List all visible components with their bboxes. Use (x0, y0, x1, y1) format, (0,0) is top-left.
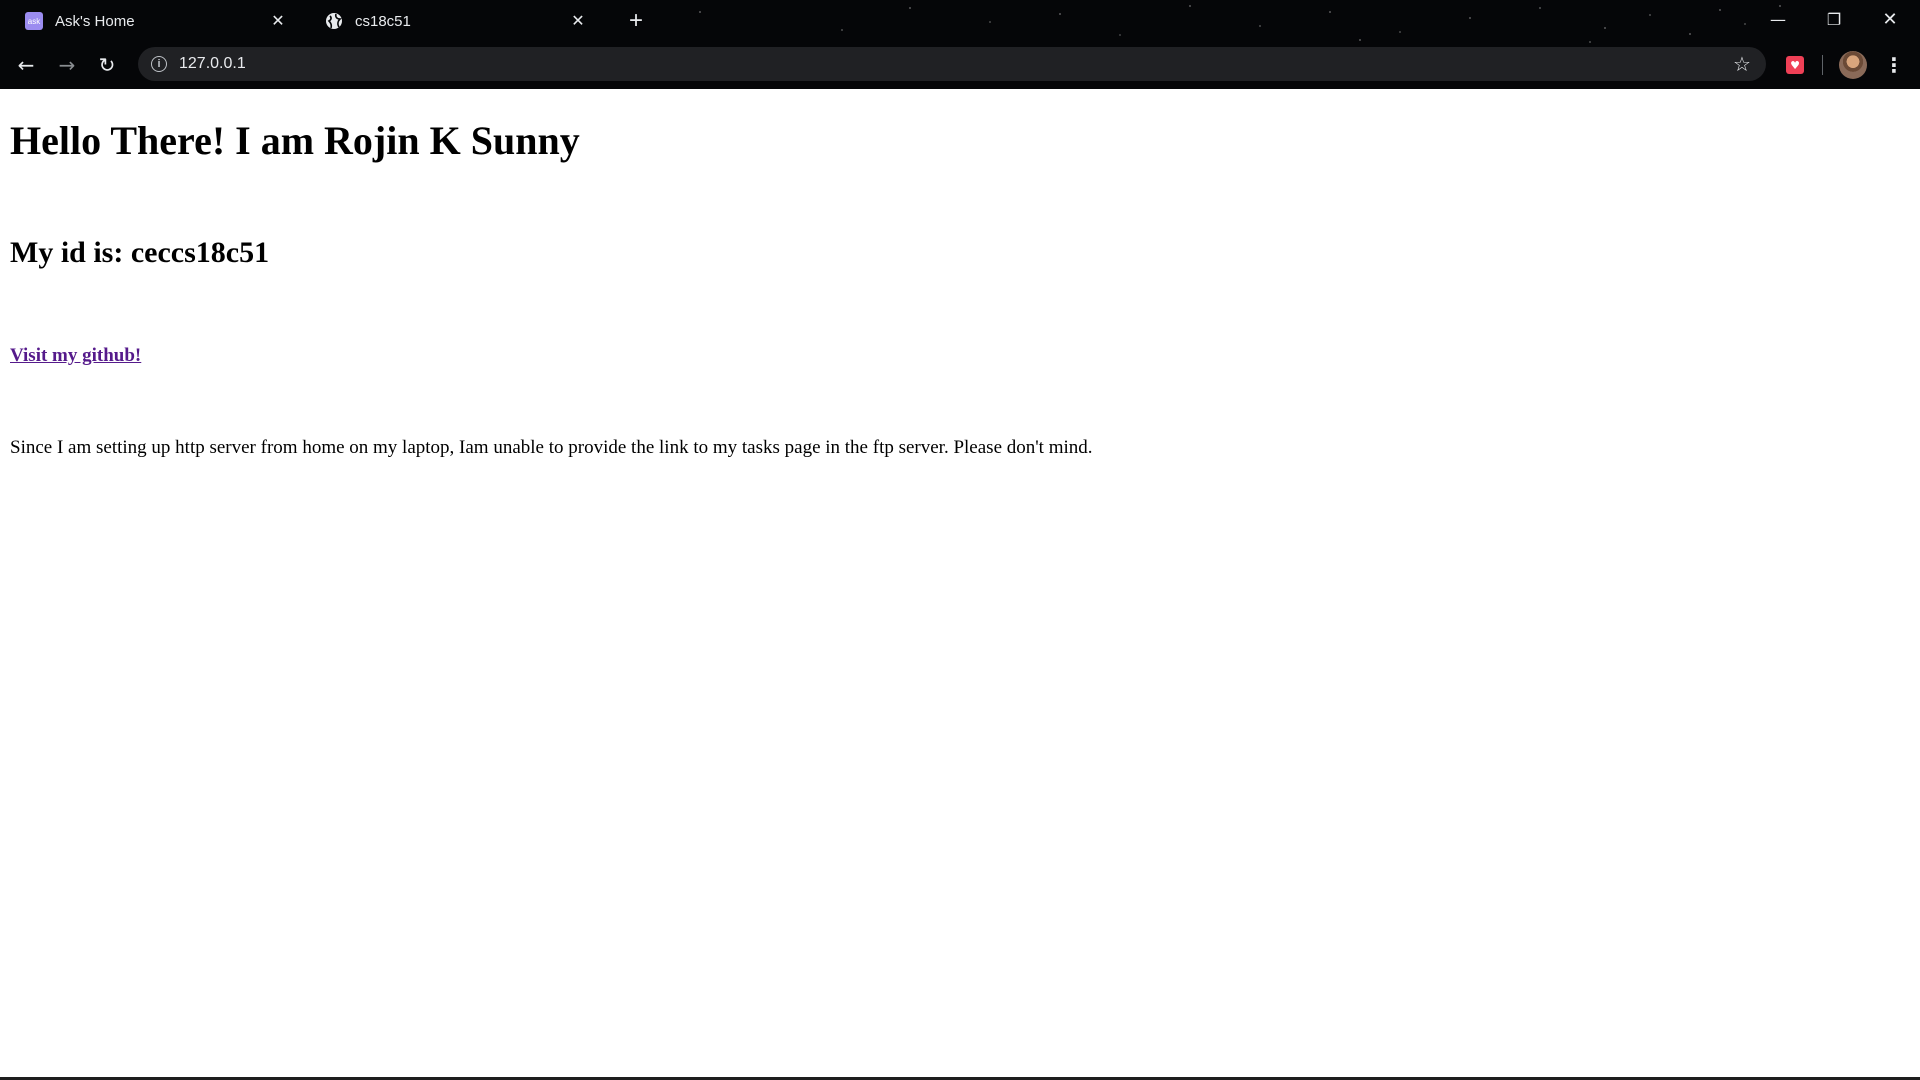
site-info-icon[interactable]: i (151, 56, 167, 72)
tab-close-icon[interactable]: ✕ (268, 11, 288, 31)
toolbar-divider (1822, 55, 1823, 75)
id-subheading: My id is: ceccs18c51 (10, 236, 270, 269)
new-tab-button[interactable]: + (624, 9, 648, 34)
browser-menu-icon[interactable]: ⋮ (1882, 51, 1906, 79)
note-paragraph: Since I am setting up http server from h… (10, 437, 1093, 458)
browser-toolbar: ← → ↻ i 127.0.0.1 ☆ ♥ ⋮ (0, 45, 1920, 85)
tab-title: cs18c51 (355, 12, 411, 30)
url-text[interactable]: 127.0.0.1 (179, 55, 1730, 73)
globe-icon (325, 12, 343, 30)
reload-icon[interactable]: ↻ (93, 51, 121, 79)
tab-title: Ask's Home (55, 12, 135, 30)
back-arrow-icon[interactable]: ← (12, 51, 40, 79)
address-bar[interactable]: i 127.0.0.1 ☆ (138, 47, 1766, 81)
minimize-icon[interactable]: — (1756, 6, 1800, 32)
forward-arrow-icon[interactable]: → (53, 51, 81, 79)
page-content: Hello There! I am Rojin K Sunny My id is… (0, 89, 1920, 1078)
tab-asks-home[interactable]: ask Ask's Home ✕ (0, 4, 300, 38)
ask-logo-icon: ask (25, 12, 43, 30)
tab-close-icon[interactable]: ✕ (568, 11, 588, 31)
browser-chrome: ask Ask's Home ✕ cs18c51 ✕ + — ❐ ✕ ← → ↻… (0, 0, 1920, 89)
close-window-icon[interactable]: ✕ (1868, 6, 1912, 32)
tab-strip: ask Ask's Home ✕ cs18c51 ✕ + — ❐ ✕ (0, 0, 1920, 42)
tab-cs18c51[interactable]: cs18c51 ✕ (300, 4, 600, 38)
github-link[interactable]: Visit my github! (10, 345, 141, 367)
restore-icon[interactable]: ❐ (1812, 6, 1856, 32)
page-heading: Hello There! I am Rojin K Sunny (10, 118, 580, 163)
pocket-extension-icon[interactable]: ♥ (1786, 56, 1804, 74)
profile-avatar[interactable] (1839, 51, 1867, 79)
bookmark-star-icon[interactable]: ☆ (1730, 52, 1754, 76)
